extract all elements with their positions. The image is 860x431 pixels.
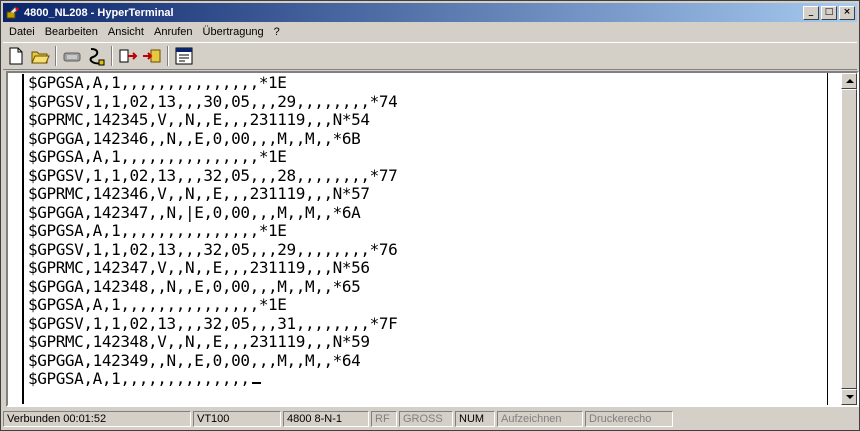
new-icon [9, 47, 23, 65]
terminal-lines: $GPGSA,A,1,,,,,,,,,,,,,,,*1E $GPGSV,1,1,… [28, 73, 398, 389]
menu-anrufen[interactable]: Anrufen [148, 26, 197, 38]
disconnect-button[interactable] [85, 45, 107, 67]
receive-icon [143, 49, 161, 63]
toolbar-separator [55, 46, 57, 66]
menu-datei[interactable]: Datei [3, 26, 39, 38]
open-button[interactable] [29, 45, 51, 67]
terminal-frame: $GPGSA,A,1,,,,,,,,,,,,,,,*1E $GPGSV,1,1,… [6, 71, 859, 407]
vertical-scrollbar[interactable] [841, 73, 857, 405]
terminal-line: $GPRMC,142347,V,,N,,E,,,231119,,,N*56 [28, 258, 370, 277]
connect-icon [63, 52, 81, 62]
scroll-up-button[interactable] [841, 73, 857, 89]
status-caps: GROSS [399, 411, 453, 427]
open-icon [31, 51, 50, 64]
status-num: NUM [455, 411, 495, 427]
terminal-text-area[interactable]: $GPGSA,A,1,,,,,,,,,,,,,,,*1E $GPGSV,1,1,… [22, 73, 827, 404]
properties-icon [175, 47, 193, 65]
menu-ansicht[interactable]: Ansicht [102, 26, 148, 38]
hyperterminal-window: 4800_NL208 - HyperTerminal _ □ × Datei B… [0, 0, 860, 431]
menu-uebertragung[interactable]: Übertragung [197, 26, 268, 38]
scroll-thumb[interactable] [841, 89, 857, 389]
properties-button[interactable] [173, 45, 195, 67]
status-bar: Verbunden 00:01:52 VT100 4800 8-N-1 RF G… [3, 409, 859, 429]
close-button[interactable]: × [839, 5, 855, 20]
terminal-line: $GPGSA,A,1,,,,,,,,,,,,,,,*1E [28, 73, 287, 92]
terminal-line-last: $GPGSA,A,1,,,,,,,,,,,,,, [28, 369, 397, 389]
toolbar-separator [167, 46, 169, 66]
status-port-settings: 4800 8-N-1 [283, 411, 369, 427]
arrow-down-icon [846, 395, 854, 399]
receive-button[interactable] [141, 45, 163, 67]
send-icon [119, 49, 138, 63]
terminal-line: $GPGSV,1,1,02,13,,,32,05,,,31,,,,,,,,*7F [28, 313, 398, 333]
menu-help[interactable]: ? [268, 26, 284, 38]
send-button[interactable] [117, 45, 139, 67]
disconnect-icon [89, 48, 105, 66]
menu-bar: Datei Bearbeiten Ansicht Anrufen Übertra… [3, 23, 284, 41]
title-bar[interactable]: 4800_NL208 - HyperTerminal _ □ × [3, 3, 857, 22]
terminal-line: $GPGSA,A,1,,,,,,,,,,,,,,,*1E [28, 295, 287, 314]
terminal-line: $GPGSA,A,1,,,,,,,,,,,,,,,*1E [28, 147, 287, 166]
terminal-line: $GPRMC,142346,V,,N,,E,,,231119,,,N*57 [28, 184, 370, 203]
status-rf: RF [371, 411, 397, 427]
terminal-line-text: $GPGSA,A,1,,,,,,,,,,,,,, [28, 369, 250, 388]
scroll-down-button[interactable] [841, 389, 857, 405]
terminal-line: $GPGGA,142346,,N,,E,0,00,,,M,,M,,*6B [28, 128, 361, 148]
toolbar-separator [111, 46, 113, 66]
status-connected: Verbunden 00:01:52 [3, 411, 191, 427]
status-capture: Aufzeichnen [497, 411, 583, 427]
text-cursor [251, 382, 261, 384]
menu-bearbeiten[interactable]: Bearbeiten [39, 26, 102, 38]
terminal-line: $GPRMC,142345,V,,N,,E,,,231119,,,N*54 [28, 110, 370, 129]
maximize-button[interactable]: □ [821, 5, 837, 20]
terminal-line: $GPGGA,142349,,N,,E,0,00,,,M,,M,,*64 [28, 350, 361, 370]
window-title: 4800_NL208 - HyperTerminal [24, 6, 174, 19]
status-emulation: VT100 [193, 411, 281, 427]
new-button[interactable] [5, 45, 27, 67]
arrow-up-icon [846, 79, 854, 83]
terminal-line: $GPGSV,1,1,02,13,,,32,05,,,29,,,,,,,,*76 [28, 239, 398, 259]
status-print-echo: Druckerecho [585, 411, 673, 427]
minimize-button[interactable]: _ [803, 5, 819, 20]
terminal-line: $GPRMC,142348,V,,N,,E,,,231119,,,N*59 [28, 332, 370, 351]
terminal-line: $GPGSV,1,1,02,13,,,32,05,,,28,,,,,,,,*77 [28, 165, 398, 185]
terminal-line: $GPGSA,A,1,,,,,,,,,,,,,,,*1E [28, 221, 287, 240]
terminal-line: $GPGSV,1,1,02,13,,,30,05,,,29,,,,,,,,*74 [28, 91, 398, 111]
connect-button[interactable] [61, 45, 83, 67]
terminal-line: $GPGGA,142348,,N,,E,0,00,,,M,,M,,*65 [28, 276, 361, 296]
terminal-line: $GPGGA,142347,,N,|E,0,00,,,M,,M,,*6A [28, 202, 361, 222]
hyperterminal-app-icon[interactable] [6, 5, 20, 20]
toolbar [3, 42, 857, 70]
terminal-screen[interactable]: $GPGSA,A,1,,,,,,,,,,,,,,,*1E $GPGSV,1,1,… [10, 73, 828, 405]
